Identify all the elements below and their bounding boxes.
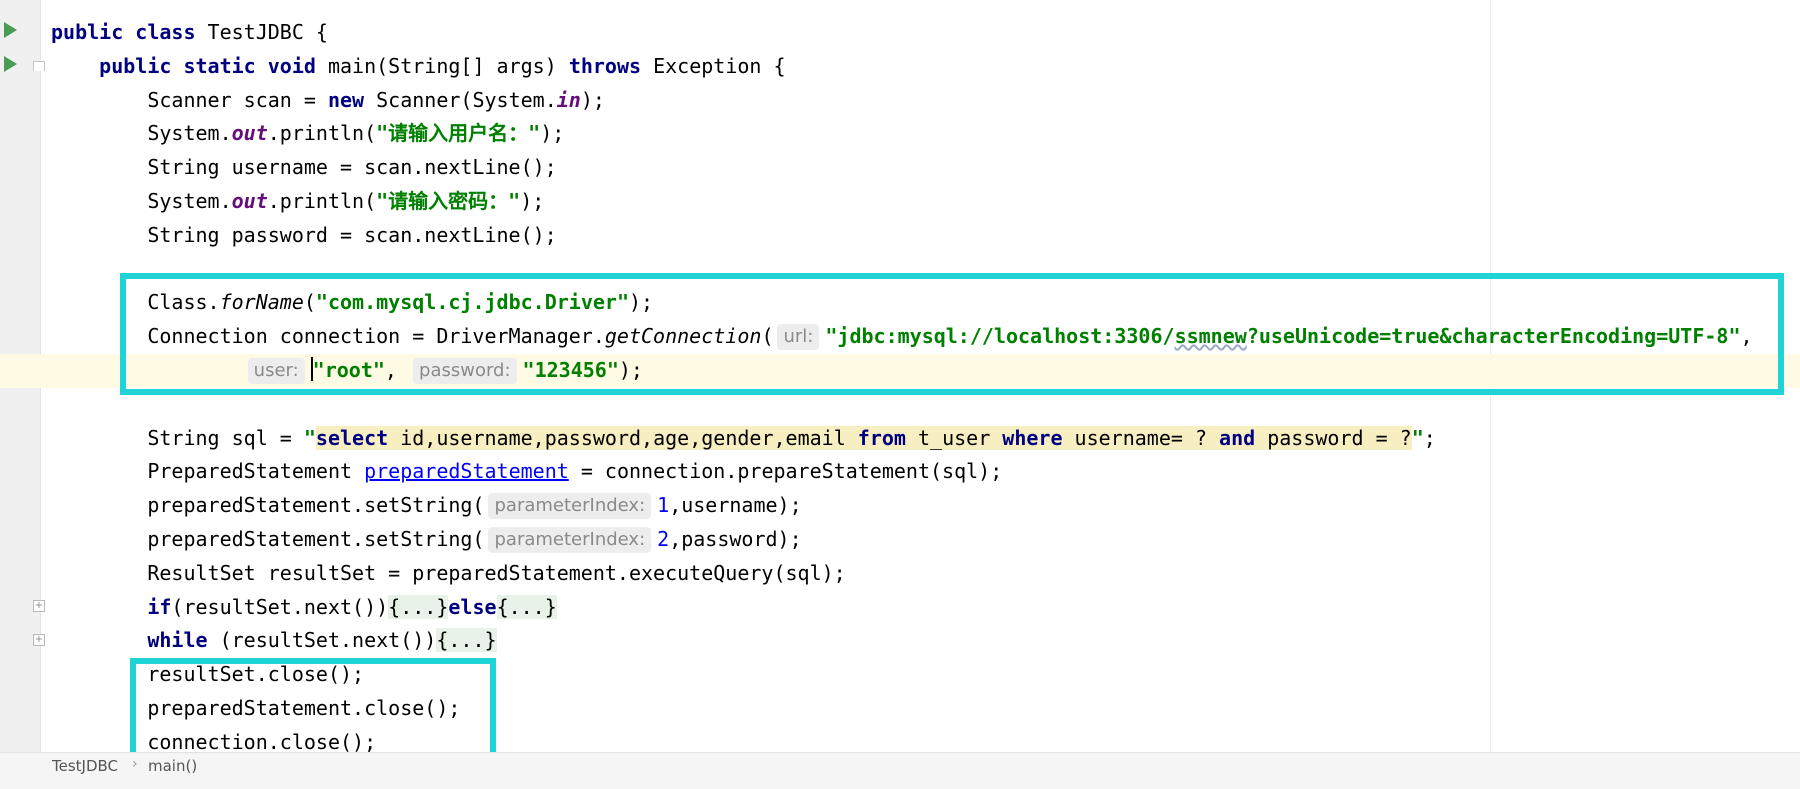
code-text: PreparedStatement preparedStatement = co… bbox=[51, 455, 1002, 489]
code-token: preparedStatement.setString( bbox=[51, 526, 485, 551]
breadcrumb: TestJDBC › main() bbox=[0, 752, 1800, 789]
code-text: Scanner scan = new Scanner(System.in); bbox=[51, 84, 605, 118]
code-token: password = ? bbox=[1255, 425, 1412, 450]
code-token: static bbox=[183, 53, 256, 78]
code-token: " bbox=[303, 425, 316, 450]
code-line[interactable]: while (resultSet.next()){...} bbox=[0, 624, 1800, 658]
code-token: String password = scan.nextLine(); bbox=[51, 222, 557, 247]
code-text: public static void main(String[] args) t… bbox=[51, 50, 786, 84]
code-token: " bbox=[1411, 425, 1424, 450]
code-token: = connection.prepareStatement(sql); bbox=[568, 459, 1003, 484]
code-token: "请输入密码：" bbox=[376, 188, 521, 213]
code-text: preparedStatement.setString(parameterInd… bbox=[51, 523, 802, 557]
code-token: PreparedStatement bbox=[51, 459, 365, 484]
code-token: System. bbox=[51, 121, 232, 146]
code-token: in bbox=[556, 87, 581, 112]
code-text: if(resultSet.next()){...}else{...} bbox=[51, 591, 557, 625]
highlight-box-close-calls bbox=[130, 658, 496, 762]
code-line[interactable]: if(resultSet.next()){...}else{...} bbox=[0, 591, 1800, 625]
code-token: t_user bbox=[905, 425, 1003, 450]
parameter-hint: parameterIndex: bbox=[488, 526, 652, 553]
code-line[interactable]: PreparedStatement preparedStatement = co… bbox=[0, 455, 1800, 489]
code-token: ); bbox=[520, 188, 545, 213]
code-line[interactable]: System.out.println("请输入用户名："); bbox=[0, 117, 1800, 151]
code-token: username= ? bbox=[1062, 425, 1220, 450]
code-token: out bbox=[231, 188, 268, 213]
code-token: select bbox=[315, 425, 389, 450]
code-token: ; bbox=[1423, 425, 1436, 450]
code-token: "请输入用户名：" bbox=[376, 121, 541, 146]
code-token: new bbox=[327, 87, 365, 112]
code-text: String password = scan.nextLine(); bbox=[51, 219, 557, 253]
code-token: where bbox=[1002, 425, 1063, 450]
code-text: String username = scan.nextLine(); bbox=[51, 151, 557, 185]
code-token: (resultSet.next()) bbox=[171, 594, 389, 619]
code-token: out bbox=[231, 121, 268, 146]
code-line[interactable]: public class TestJDBC { bbox=[0, 16, 1800, 50]
code-token: String username = scan.nextLine(); bbox=[51, 155, 557, 180]
code-text: String sql = "select id,username,passwor… bbox=[51, 422, 1436, 456]
code-token: .println( bbox=[267, 121, 377, 146]
code-line[interactable]: public static void main(String[] args) t… bbox=[0, 50, 1800, 84]
code-text: System.out.println("请输入密码："); bbox=[51, 185, 544, 219]
code-token: Scanner(System. bbox=[364, 87, 557, 112]
breadcrumb-separator: › bbox=[132, 756, 138, 772]
code-token: else bbox=[448, 594, 497, 619]
code-line[interactable]: System.out.println("请输入密码："); bbox=[0, 185, 1800, 219]
code-token: from bbox=[857, 425, 906, 450]
code-line[interactable]: preparedStatement.setString(parameterInd… bbox=[0, 523, 1800, 557]
code-token: ); bbox=[540, 121, 565, 146]
code-token: if bbox=[147, 594, 172, 619]
code-token: main(String[] args) bbox=[315, 53, 569, 78]
code-token: class bbox=[135, 20, 196, 44]
code-token: .println( bbox=[267, 188, 377, 213]
code-token: preparedStatement bbox=[364, 459, 569, 484]
code-token: Scanner scan = bbox=[51, 87, 328, 112]
code-token[interactable]: {...} bbox=[436, 628, 497, 653]
breadcrumb-method[interactable]: main() bbox=[148, 757, 197, 775]
code-token: TestJDBC { bbox=[195, 20, 328, 44]
code-line[interactable]: preparedStatement.setString(parameterInd… bbox=[0, 489, 1800, 523]
code-line[interactable]: ResultSet resultSet = preparedStatement.… bbox=[0, 557, 1800, 591]
code-token: preparedStatement.setString( bbox=[51, 493, 485, 518]
code-token: 2 bbox=[657, 526, 670, 551]
code-token: Exception { bbox=[641, 53, 786, 78]
code-token: ,username); bbox=[669, 493, 802, 518]
code-line[interactable]: String username = scan.nextLine(); bbox=[0, 151, 1800, 185]
code-token: public bbox=[99, 53, 172, 78]
code-text: public class TestJDBC { bbox=[51, 16, 328, 50]
highlight-box-connection bbox=[120, 273, 1784, 395]
code-token[interactable]: {...} bbox=[388, 594, 449, 619]
code-line[interactable]: Scanner scan = new Scanner(System.in); bbox=[0, 84, 1800, 118]
code-token: 1 bbox=[657, 493, 670, 518]
code-text: while (resultSet.next()){...} bbox=[51, 624, 497, 658]
code-line[interactable]: String password = scan.nextLine(); bbox=[0, 219, 1800, 253]
code-token: ,password); bbox=[669, 526, 802, 551]
code-token: throws bbox=[568, 53, 642, 78]
code-text: preparedStatement.setString(parameterInd… bbox=[51, 489, 802, 523]
code-text: ResultSet resultSet = preparedStatement.… bbox=[51, 557, 846, 591]
parameter-hint: parameterIndex: bbox=[488, 493, 652, 520]
code-token: void bbox=[267, 53, 316, 78]
code-token: String sql = bbox=[51, 425, 304, 450]
code-token: while bbox=[147, 628, 208, 653]
breadcrumb-class[interactable]: TestJDBC bbox=[52, 757, 118, 775]
code-token: id,username,password,age,gender,email bbox=[388, 425, 858, 450]
code-line[interactable]: String sql = "select id,username,passwor… bbox=[0, 422, 1800, 456]
code-token: (resultSet.next()) bbox=[207, 628, 437, 653]
code-token: System. bbox=[51, 188, 232, 213]
code-token: ); bbox=[580, 87, 605, 112]
code-token: and bbox=[1219, 425, 1256, 450]
code-token[interactable]: {...} bbox=[496, 594, 557, 619]
code-text: System.out.println("请输入用户名："); bbox=[51, 117, 564, 151]
code-token: ResultSet resultSet = preparedStatement.… bbox=[51, 560, 846, 585]
code-token: public bbox=[51, 20, 124, 44]
